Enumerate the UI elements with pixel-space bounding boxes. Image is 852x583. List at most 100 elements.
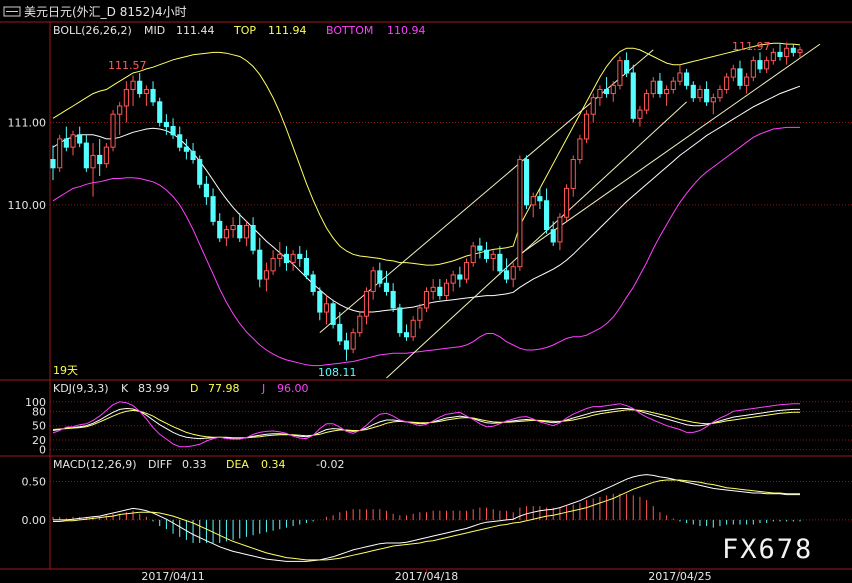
candle-up: [430, 286, 436, 292]
price-tick-label: 111.00: [8, 116, 47, 129]
candle-down: [97, 154, 103, 165]
last-high-annotation: 111.97: [732, 40, 771, 53]
kdj-line-j: [52, 401, 800, 448]
candle-up: [123, 88, 129, 107]
boll-top-value: 111.94: [268, 24, 307, 37]
candle-down: [403, 332, 410, 338]
candle-down: [390, 290, 396, 309]
kdj-tick-label: 50: [32, 420, 46, 433]
candle-up: [730, 68, 736, 78]
candle-down: [190, 150, 196, 161]
chart-canvas: 美元日元(外汇_D 8152)4小时 110.00111.00020508010…: [0, 0, 852, 583]
candle-up: [230, 224, 236, 231]
candle-down: [317, 290, 323, 313]
kdj-tick-label: 100: [25, 396, 46, 409]
candle-down: [177, 134, 183, 148]
candle-down: [257, 249, 263, 280]
candle-down: [310, 274, 316, 292]
candle-down: [337, 323, 343, 342]
candle-up: [677, 72, 683, 82]
candle-down: [330, 303, 336, 325]
candle-up: [510, 266, 516, 280]
macd-value: -0.02: [316, 458, 344, 471]
price-tick-label: 110.00: [8, 199, 47, 212]
candle-down: [790, 47, 796, 53]
watermark: FX678: [712, 528, 830, 568]
chart-title: 美元日元(外汇_D 8152)4小时: [24, 5, 187, 19]
x-tick-label: 2017/04/11: [141, 570, 204, 583]
macd-plot: [52, 474, 801, 562]
candle-up: [443, 282, 450, 297]
macd-diff-value: 0.33: [182, 458, 207, 471]
macd-legend: MACD(12,26,9) DIFF 0.33 DEA 0.34 -0.02: [53, 458, 344, 471]
candle-down: [170, 126, 176, 136]
candle-up: [57, 138, 63, 169]
candle-up: [744, 76, 750, 86]
candle-up: [637, 109, 643, 119]
macd-dea-line: [53, 479, 800, 561]
candle-down: [377, 270, 383, 284]
candle-down: [690, 84, 696, 99]
kdj-lines: [52, 401, 800, 448]
macd-indicator-label: MACD(12,26,9): [53, 458, 137, 471]
boll-bottom-label: BOTTOM: [326, 24, 373, 37]
candle-down: [303, 257, 310, 276]
candle-up: [463, 262, 470, 280]
trend-line: [519, 43, 821, 255]
candle-down: [497, 253, 503, 272]
bollinger-bands: [52, 42, 801, 367]
candle-down: [283, 253, 290, 264]
candle-up: [450, 274, 456, 284]
candle-up: [724, 76, 730, 90]
candle-down: [630, 72, 636, 119]
candle-down: [543, 200, 550, 231]
boll-indicator-label: BOLL(26,26,2): [53, 24, 132, 37]
kdj-line-k: [52, 407, 800, 440]
candle-down: [237, 224, 243, 239]
candle-up: [363, 290, 370, 317]
kdj-indicator-label: KDJ(9,3,3): [53, 382, 109, 395]
candle-up: [470, 245, 476, 264]
candle-down: [163, 121, 169, 128]
macd-diff-label: DIFF: [148, 458, 172, 471]
candle-up: [423, 290, 430, 309]
candle-down: [217, 220, 223, 239]
candle-down: [63, 138, 69, 148]
candle-up: [764, 60, 770, 70]
candle-up: [350, 332, 356, 350]
macd-tick-label: 0.50: [22, 476, 47, 489]
candle-up: [323, 303, 330, 313]
candle-down: [343, 340, 350, 350]
boll-bottom-value: 110.94: [387, 24, 426, 37]
candle-up: [650, 80, 656, 95]
candle-up: [263, 270, 269, 280]
x-tick-label: 2017/04/25: [648, 570, 711, 583]
candle-up: [243, 224, 249, 239]
candle-up: [610, 84, 616, 95]
kdj-d-value: 77.98: [208, 382, 240, 395]
candle-down: [250, 224, 256, 251]
candle-down: [704, 88, 710, 103]
candle-down: [457, 274, 463, 280]
low-annotation: 108.11: [318, 366, 357, 379]
candle-down: [537, 196, 543, 202]
y-axis-labels: 110.00111.0002050801000.000.50: [8, 116, 47, 526]
candle-down: [684, 72, 690, 86]
boll-bottom-line: [52, 126, 800, 367]
candle-down: [657, 80, 663, 95]
candle-up: [710, 97, 716, 103]
candle-down: [397, 307, 403, 334]
candle-up: [370, 270, 376, 292]
candle-up: [90, 154, 96, 169]
candle-up: [584, 113, 590, 140]
kdj-k-value: 83.99: [138, 382, 170, 395]
candle-up: [664, 88, 670, 95]
candle-up: [357, 315, 363, 334]
candle-up: [597, 88, 603, 99]
candle-up: [410, 319, 416, 338]
candle-down: [737, 68, 743, 86]
candle-down: [203, 183, 209, 198]
candle-up: [563, 187, 570, 218]
candlesticks: [50, 42, 803, 361]
candle-down: [183, 146, 189, 152]
